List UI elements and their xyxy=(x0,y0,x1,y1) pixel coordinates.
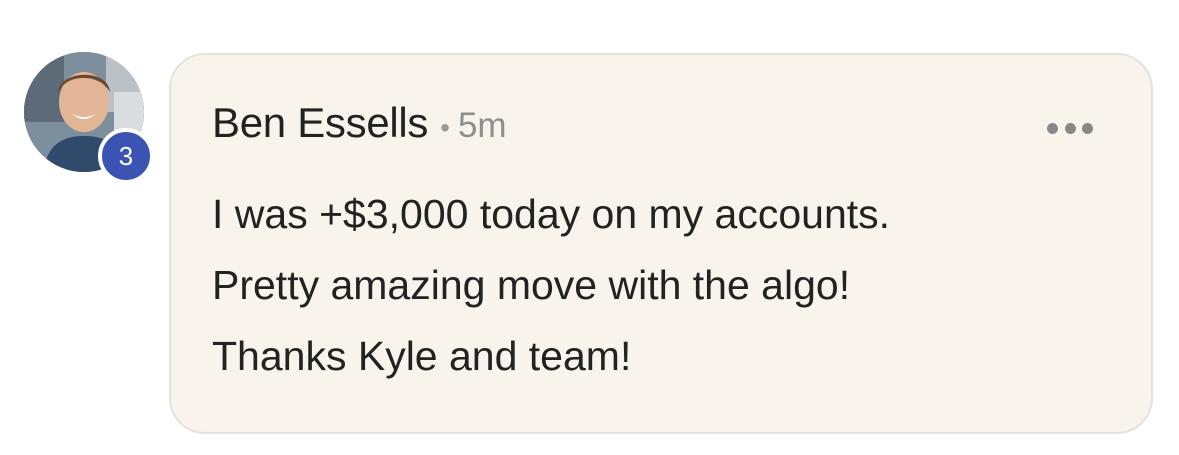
more-dot xyxy=(1047,122,1058,134)
timestamp[interactable]: 5m xyxy=(458,106,507,146)
more-horizontal-icon[interactable] xyxy=(1047,121,1093,135)
comment-thread: 3 Ben Essells • 5m I was +$3,000 today o… xyxy=(0,0,1179,455)
comment-line: Pretty amazing move with the algo! xyxy=(212,262,851,308)
notification-badge: 3 xyxy=(98,128,154,184)
comment-bubble: Ben Essells • 5m I was +$3,000 today on … xyxy=(169,53,1153,434)
more-dot xyxy=(1082,122,1093,134)
author-name[interactable]: Ben Essells xyxy=(212,99,428,147)
comment-line: Thanks Kyle and team! xyxy=(212,333,632,379)
comment-body: I was +$3,000 today on my accounts. Pret… xyxy=(212,179,1112,392)
more-dot xyxy=(1064,122,1076,134)
comment-header: Ben Essells • 5m xyxy=(212,99,507,147)
avatar-container[interactable]: 3 xyxy=(24,52,154,184)
comment-line: I was +$3,000 today on my accounts. xyxy=(212,191,891,237)
separator-dot: • xyxy=(440,112,450,143)
